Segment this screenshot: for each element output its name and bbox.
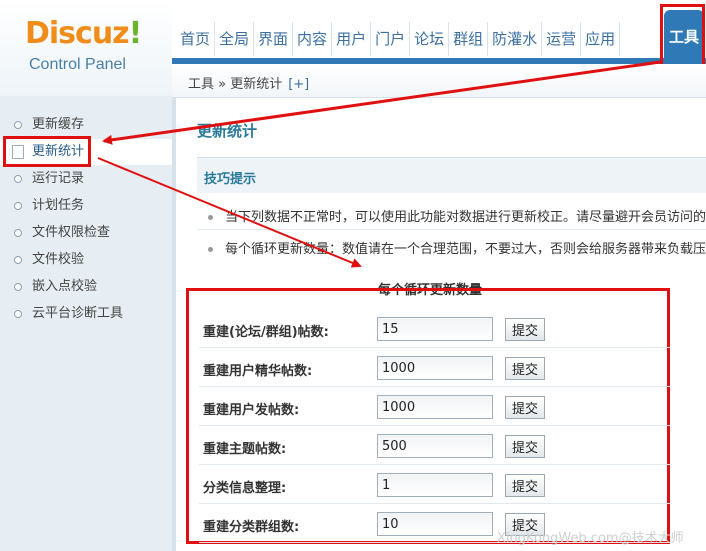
- sidebar-item-label: 文件校验: [32, 252, 85, 267]
- bullet-icon: [14, 229, 22, 237]
- table-row: 分类信息整理: 提交: [199, 465, 670, 504]
- sidebar-item-file-check[interactable]: 文件校验: [0, 247, 172, 273]
- sidebar-item-hook-check[interactable]: 嵌入点校验: [0, 274, 172, 300]
- logo[interactable]: Discuz! Control Panel: [0, 0, 172, 96]
- sidebar-item-label: 文件权限检查: [32, 225, 111, 240]
- digest-count-input[interactable]: [377, 356, 493, 380]
- sidebar-item-update-cache[interactable]: 更新缓存: [0, 112, 172, 138]
- highlight-box-sidebar: [3, 136, 91, 167]
- row-label: 重建主题帖数:: [203, 442, 287, 457]
- watermark: XingKongWeb.com@技术大师: [497, 531, 684, 546]
- logo-title: Discuz!: [25, 16, 142, 51]
- tip-divider: [197, 229, 706, 230]
- logo-subtitle: Control Panel: [29, 56, 126, 73]
- nav-item-forum[interactable]: 论坛: [410, 22, 450, 56]
- tip-item: 当下列数据不正常时，可以使用此功能对数据进行更新校正。请尽量避开会员访问的: [208, 206, 706, 225]
- bullet-icon: [14, 256, 22, 264]
- submit-button[interactable]: 提交: [505, 396, 545, 419]
- bullet-icon: [14, 283, 22, 291]
- sidebar-item-cron[interactable]: 计划任务: [0, 193, 172, 219]
- sidebar-item-run-log[interactable]: 运行记录: [0, 166, 172, 192]
- breadcrumb-text: 工具 » 更新统计: [188, 77, 283, 92]
- sidebar-item-file-perms[interactable]: 文件权限检查: [0, 220, 172, 246]
- submit-button[interactable]: 提交: [505, 435, 545, 458]
- highlight-box-tools: [660, 4, 705, 70]
- bullet-icon: [14, 175, 22, 183]
- thread-rebuild-input[interactable]: [377, 434, 493, 458]
- row-label: 重建用户精华帖数:: [203, 364, 313, 379]
- nav-item-operation[interactable]: 运营: [542, 22, 582, 56]
- table-row: 重建用户精华帖数: 提交: [199, 348, 670, 387]
- row-label: 重建分类群组数:: [203, 520, 300, 535]
- bullet-icon: [14, 310, 22, 318]
- sidebar-item-label: 计划任务: [32, 198, 85, 213]
- group-count-input[interactable]: [377, 512, 493, 536]
- submit-button[interactable]: 提交: [505, 318, 545, 341]
- table-row: 重建主题帖数: 提交: [199, 426, 670, 465]
- nav-item-home[interactable]: 首页: [172, 22, 216, 56]
- nav-item-content[interactable]: 内容: [293, 22, 333, 56]
- bullet-icon: [208, 215, 213, 220]
- tips-header: 技巧提示: [197, 157, 706, 193]
- breadcrumb-plus-link[interactable]: [+]: [288, 77, 309, 92]
- page-title: 更新统计: [197, 122, 258, 140]
- sidebar-item-label: 云平台诊断工具: [32, 306, 124, 321]
- breadcrumb-bar: 工具 » 更新统计 [+]: [172, 64, 706, 98]
- post-count-input[interactable]: [377, 395, 493, 419]
- sidebar-item-cloud-diag[interactable]: 云平台诊断工具: [0, 301, 172, 327]
- nav-item-safe[interactable]: 防灌水: [488, 22, 543, 56]
- table-row: 重建(论坛/群组)帖数: 提交: [199, 309, 670, 348]
- submit-button[interactable]: 提交: [505, 357, 545, 380]
- nav-item-global[interactable]: 全局: [215, 22, 255, 56]
- nav-item-portal[interactable]: 门户: [371, 22, 411, 56]
- tips-title: 技巧提示: [204, 172, 257, 187]
- thread-count-input[interactable]: [377, 317, 493, 341]
- submit-button[interactable]: 提交: [505, 474, 545, 497]
- breadcrumb: 工具 » 更新统计 [+]: [188, 73, 309, 92]
- sidebar-item-label: 更新缓存: [32, 117, 85, 132]
- nav-item-style[interactable]: 界面: [254, 22, 294, 56]
- top-nav: 首页 全局 界面 内容 用户 门户 论坛 群组 防灌水 运营 应用 工具: [172, 10, 704, 60]
- row-label: 重建(论坛/群组)帖数:: [203, 325, 329, 340]
- row-label: 分类信息整理:: [203, 481, 287, 496]
- sidebar-item-label: 嵌入点校验: [32, 279, 98, 294]
- nav-item-apps[interactable]: 应用: [581, 22, 621, 56]
- tip-item: 每个循环更新数量：数值请在一个合理范围，不要过大，否则会给服务器带来负载压: [208, 238, 706, 257]
- bullet-icon: [208, 247, 213, 252]
- table-row: 重建用户发帖数: 提交: [199, 387, 670, 426]
- bullet-icon: [14, 202, 22, 210]
- sidebar-item-label: 运行记录: [32, 171, 85, 186]
- nav-item-user[interactable]: 用户: [332, 22, 372, 56]
- nav-item-group[interactable]: 群组: [449, 22, 489, 56]
- row-label: 重建用户发帖数:: [203, 403, 300, 418]
- sidebar-divider: [172, 98, 176, 551]
- type-info-input[interactable]: [377, 473, 493, 497]
- header: Discuz! Control Panel 首页 全局 界面 内容 用户 门户 …: [0, 0, 706, 96]
- bullet-icon: [14, 121, 22, 129]
